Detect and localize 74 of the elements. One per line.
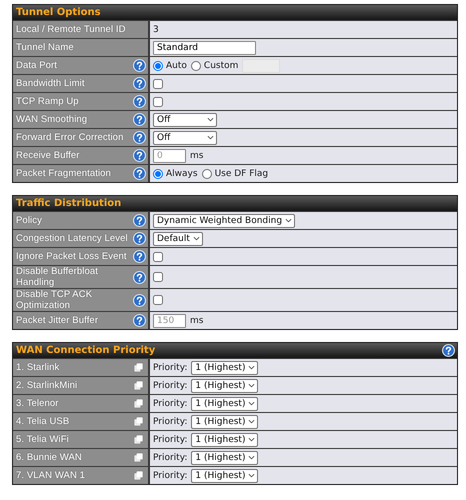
field-label: 6. Bunnie WAN: [16, 452, 82, 463]
field-label: Forward Error Correction: [16, 132, 124, 143]
field-label: Policy: [16, 215, 42, 226]
field-label: Packet Fragmentation: [16, 168, 111, 179]
field-label: 4. Telia USB: [16, 416, 70, 427]
dropdown[interactable]: 1 (Highest): [191, 360, 258, 374]
field-label: 1. Starlink: [16, 362, 60, 373]
dropdown[interactable]: 1 (Highest): [191, 414, 258, 428]
field-label: 7. VLAN WAN 1: [16, 470, 86, 481]
radio-button[interactable]: [190, 60, 201, 70]
caret-icon: [248, 437, 256, 442]
radio-label[interactable]: Use DF Flag: [214, 168, 268, 178]
radio-label[interactable]: Custom: [204, 60, 238, 70]
caret-icon: [248, 365, 256, 370]
radio-button[interactable]: [153, 60, 163, 70]
field-label: Disable TCP ACK Optimization: [16, 289, 94, 311]
checkbox[interactable]: [153, 96, 163, 106]
priority-label: Priority:: [153, 380, 188, 390]
number-field[interactable]: 150: [153, 314, 186, 328]
radio-label[interactable]: Auto: [166, 60, 187, 70]
field-label: 3. Telenor: [16, 398, 59, 409]
dropdown[interactable]: 1 (Highest): [191, 450, 258, 464]
priority-label: Priority:: [153, 362, 188, 372]
field-label: Packet Jitter Buffer: [16, 315, 98, 326]
priority-label: Priority:: [153, 416, 188, 426]
field-label: WAN Smoothing: [16, 114, 88, 125]
field-label: 5. Telia WiFi: [16, 434, 69, 445]
caret-icon: [248, 473, 256, 478]
field-label: Ignore Packet Loss Event: [16, 251, 127, 262]
caret-icon: [248, 401, 256, 406]
dropdown[interactable]: 1 (Highest): [191, 378, 258, 392]
field-label: Bandwidth Limit: [16, 78, 85, 89]
dropdown[interactable]: 1 (Highest): [191, 396, 258, 410]
checkbox[interactable]: [153, 252, 163, 262]
caret-icon: [192, 236, 200, 241]
field-label: Local / Remote Tunnel ID: [16, 24, 126, 35]
field-label: Tunnel Name: [16, 42, 74, 53]
dropdown[interactable]: Off: [153, 130, 217, 144]
priority-label: Priority:: [153, 470, 188, 480]
value-text: 3: [153, 24, 159, 34]
radio-label[interactable]: Always: [166, 168, 198, 178]
caret-icon: [248, 419, 256, 424]
checkbox[interactable]: [153, 295, 163, 305]
field-label: Data Port: [16, 60, 58, 71]
field-label: Disable Bufferbloat Handling: [16, 266, 99, 288]
section-title: WAN Connection Priority: [16, 345, 156, 356]
caret-icon: [207, 135, 214, 140]
caret-icon: [248, 455, 256, 460]
priority-label: Priority:: [153, 434, 188, 444]
dropdown[interactable]: Off: [153, 112, 217, 126]
dropdown[interactable]: 1 (Highest): [191, 432, 258, 446]
section-title: Traffic Distribution: [16, 198, 122, 209]
caret-icon: [248, 383, 256, 388]
priority-label: Priority:: [153, 452, 188, 462]
field-label: Congestion Latency Level: [16, 233, 128, 244]
radio-button[interactable]: [202, 168, 212, 178]
caret-icon: [207, 117, 214, 122]
text-field[interactable]: Standard: [153, 40, 256, 54]
dropdown[interactable]: Default: [153, 232, 203, 246]
number-field[interactable]: 0: [153, 148, 186, 162]
section-title: Tunnel Options: [16, 7, 101, 18]
unit-label: ms: [190, 316, 204, 326]
checkbox[interactable]: [153, 78, 163, 88]
priority-label: Priority:: [153, 398, 188, 408]
field-label: Receive Buffer: [16, 150, 80, 161]
field-label: TCP Ramp Up: [16, 96, 79, 107]
caret-icon: [285, 218, 292, 223]
radio-button[interactable]: [153, 168, 163, 178]
unit-label: ms: [190, 150, 204, 160]
checkbox[interactable]: [153, 272, 163, 282]
dropdown[interactable]: 1 (Highest): [191, 468, 258, 482]
field-label: 2. StarlinkMini: [16, 380, 78, 391]
help-icon[interactable]: [442, 344, 455, 357]
dropdown[interactable]: Dynamic Weighted Bonding: [153, 214, 296, 228]
